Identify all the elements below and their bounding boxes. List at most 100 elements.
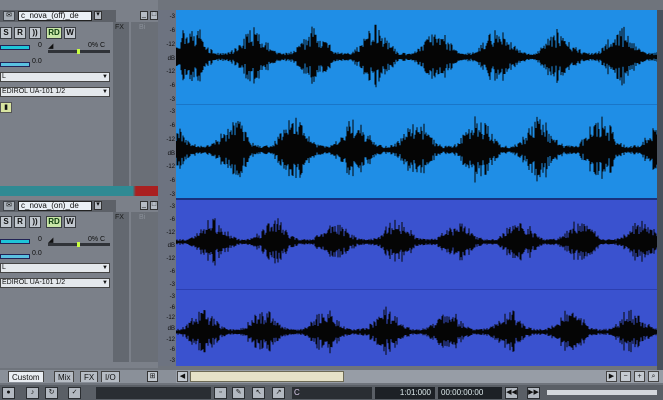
track-1-read-button[interactable]: RD bbox=[46, 27, 62, 39]
db-scale-label: -6 bbox=[169, 178, 175, 185]
chevron-down-icon: ▼ bbox=[102, 74, 108, 80]
track-1-fx-bin[interactable]: FX bbox=[113, 22, 129, 186]
track-2-write-button[interactable]: W bbox=[64, 216, 76, 228]
tab-fx[interactable]: FX bbox=[80, 371, 99, 382]
track-1-input-select[interactable]: L ▼ bbox=[0, 72, 110, 82]
track-2-record-button[interactable]: R bbox=[14, 216, 26, 228]
track-2-fx-bin[interactable]: FX bbox=[113, 212, 129, 362]
scroll-right-arrow[interactable]: ▶ bbox=[606, 371, 617, 382]
track-2-pan-knob[interactable] bbox=[77, 242, 80, 247]
db-scale-label: dB bbox=[167, 55, 175, 62]
track-divider bbox=[176, 198, 663, 200]
track-2-menu-button[interactable]: ▾ bbox=[94, 201, 102, 210]
loop-icon[interactable]: ↻ bbox=[45, 387, 58, 399]
track-1-fx-bin-2[interactable]: Bi bbox=[131, 22, 158, 186]
db-scale-label: -6 bbox=[169, 27, 175, 34]
track-1-maximize-button[interactable]: □ bbox=[150, 11, 158, 20]
track-2-input-select[interactable]: L ▼ bbox=[0, 263, 110, 273]
tab-io[interactable]: I/O bbox=[101, 371, 120, 382]
db-scale-label: -6 bbox=[169, 304, 175, 311]
tab-custom[interactable]: Custom bbox=[8, 371, 44, 382]
track-2-channel-divider bbox=[176, 289, 663, 290]
track-2-input-echo-button[interactable]: )) bbox=[29, 216, 41, 228]
tab-mix[interactable]: Mix bbox=[54, 371, 75, 382]
track-1-midi-icon[interactable]: ▮ bbox=[0, 102, 12, 113]
track-2-output-select[interactable]: EDIROL UA-101 1/2 ▼ bbox=[0, 278, 110, 288]
scroll-left-arrow[interactable]: ◀ bbox=[177, 371, 188, 382]
waveform-svg bbox=[176, 24, 663, 355]
db-scale-track-1-upper: -3 -6 -12 dB -12 -6 -3 bbox=[158, 10, 176, 105]
track-2-fx-bin-2[interactable]: Bi bbox=[131, 212, 158, 362]
db-scale-label: -12 bbox=[166, 136, 175, 143]
db-scale-label: -6 bbox=[169, 347, 175, 354]
track-2-volume-meter[interactable] bbox=[0, 239, 30, 244]
speaker-icon[interactable]: ♪ bbox=[26, 387, 39, 399]
track-1-fx-placeholder: Bi bbox=[139, 24, 146, 31]
track-1-output-select[interactable]: EDIROL UA-101 1/2 ▼ bbox=[0, 87, 110, 97]
track-1-solo-button[interactable]: S bbox=[0, 27, 12, 39]
track-2-pan-value: 0% C bbox=[88, 236, 106, 243]
track-2-read-button[interactable]: RD bbox=[46, 216, 62, 228]
track-1-titlebar: ✉ c_nova_(off)_de ▾ bbox=[0, 10, 116, 22]
track-1-fx-label: FX bbox=[115, 24, 124, 31]
tool-erase-icon[interactable]: ↗ bbox=[272, 387, 285, 399]
fast-forward-icon[interactable]: ▶▶ bbox=[527, 387, 540, 399]
view-tab-bar: Custom Mix FX I/O ⊞ bbox=[0, 370, 176, 383]
zoom-out-icon[interactable]: − bbox=[620, 371, 631, 382]
db-scale-label: -3 bbox=[169, 204, 175, 210]
db-scale-label: dB bbox=[167, 150, 175, 157]
db-scale-label: -12 bbox=[166, 41, 175, 48]
tool-select-icon[interactable]: ▫ bbox=[214, 387, 227, 399]
track-1-minimize-button[interactable]: _ bbox=[140, 11, 148, 20]
track-2-minimize-button[interactable]: _ bbox=[140, 201, 148, 210]
db-scale-label: -3 bbox=[169, 97, 175, 103]
waveform-channel-3 bbox=[176, 218, 663, 266]
db-scale-label: -3 bbox=[169, 358, 175, 364]
track-1-pan-knob[interactable] bbox=[77, 49, 80, 54]
db-scale-track-2-lower: -3 -6 -12 dB -12 -6 -3 bbox=[158, 290, 176, 366]
db-scale-label: -12 bbox=[166, 69, 175, 76]
now-time-display[interactable]: 1:01:000 bbox=[375, 387, 435, 399]
horizontal-scrollbar[interactable]: ◀ ▶ − + ⌕ bbox=[176, 370, 663, 383]
track-2-trim-meter[interactable] bbox=[0, 254, 30, 259]
panel-toggle-icon[interactable]: ⊞ bbox=[147, 371, 158, 382]
zoom-fit-icon[interactable]: ⌕ bbox=[648, 371, 659, 382]
track-2-name-field[interactable]: c_nova_(on)_de bbox=[18, 201, 92, 211]
record-mode-icon[interactable]: ● bbox=[2, 387, 15, 399]
waveform-channel-4 bbox=[176, 306, 663, 355]
track-1-record-button[interactable]: R bbox=[14, 27, 26, 39]
track-1-menu-button[interactable]: ▾ bbox=[94, 11, 102, 20]
track-1-trim-meter[interactable] bbox=[0, 62, 30, 67]
tool-draw-icon[interactable]: ✎ bbox=[232, 387, 245, 399]
scroll-thumb[interactable] bbox=[190, 371, 344, 382]
track-1-input-echo-button[interactable]: )) bbox=[29, 27, 41, 39]
smpte-time-display[interactable]: 00:00:00:00 bbox=[438, 387, 502, 399]
db-scale-label: -6 bbox=[169, 217, 175, 223]
db-scale-label: dB bbox=[167, 243, 175, 249]
track-2-fx-placeholder: Bi bbox=[139, 214, 146, 221]
waveform-channel-2 bbox=[176, 116, 663, 183]
track-1-output-label: EDIROL UA-101 1/2 bbox=[2, 88, 66, 95]
track-icon[interactable]: ✉ bbox=[3, 11, 15, 21]
track-2-solo-button[interactable]: S bbox=[0, 216, 12, 228]
chevron-down-icon: ▼ bbox=[102, 265, 108, 271]
track-1-name-field[interactable]: c_nova_(off)_de bbox=[18, 11, 92, 21]
db-scale-label: -6 bbox=[169, 83, 175, 90]
db-scale-label: -3 bbox=[169, 294, 175, 300]
track-icon[interactable]: ✉ bbox=[3, 201, 15, 211]
chevron-down-icon: ▼ bbox=[102, 280, 108, 286]
track-2-titlebar: ✉ c_nova_(on)_de ▾ bbox=[0, 200, 116, 212]
metronome-icon[interactable]: ✓ bbox=[68, 387, 81, 399]
track-1-volume-meter[interactable] bbox=[0, 45, 30, 50]
zoom-in-icon[interactable]: + bbox=[634, 371, 645, 382]
clip-waveform-area[interactable] bbox=[176, 10, 663, 366]
track-2-maximize-button[interactable]: □ bbox=[150, 201, 158, 210]
track-1-volume-value: 0 bbox=[38, 42, 42, 49]
track-1-write-button[interactable]: W bbox=[64, 27, 76, 39]
transport-slider[interactable] bbox=[547, 390, 657, 395]
tool-edit-icon[interactable]: ↖ bbox=[252, 387, 265, 399]
track-2-volume-value: 0 bbox=[38, 236, 42, 243]
snap-select[interactable]: C bbox=[292, 387, 372, 399]
chevron-down-icon: ▼ bbox=[102, 89, 108, 95]
rewind-icon[interactable]: ◀◀ bbox=[505, 387, 518, 399]
